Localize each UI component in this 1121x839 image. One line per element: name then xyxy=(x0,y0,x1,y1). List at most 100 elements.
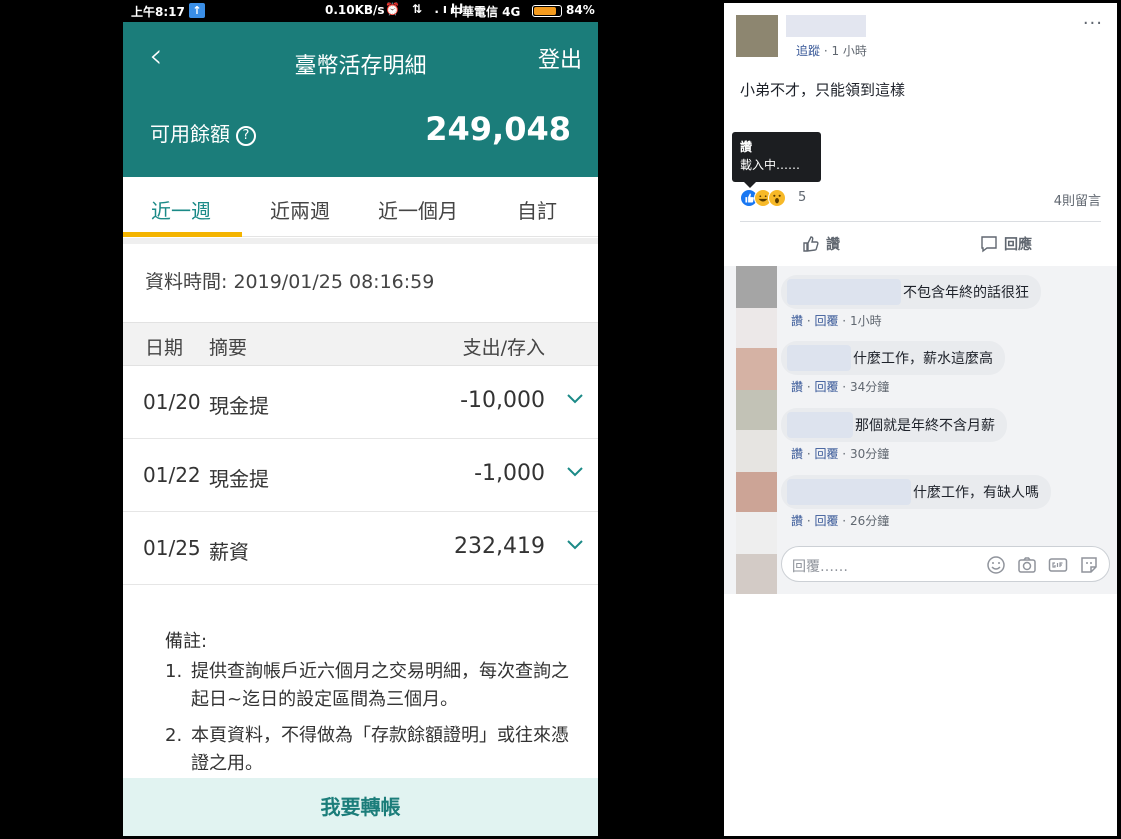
blurred-commenter-name xyxy=(787,479,911,505)
row-desc: 現金提 xyxy=(209,467,269,491)
row-desc: 薪資 xyxy=(209,540,249,564)
comment: 不包含年終的話很狂 讚 · 回覆 · 1小時 xyxy=(781,275,1041,329)
reaction-tooltip: 讚 載入中…… xyxy=(732,132,821,188)
comment-bubble: 不包含年終的話很狂 xyxy=(781,275,1041,309)
row-desc: 現金提 xyxy=(209,394,269,418)
comment-text: 不包含年終的話很狂 xyxy=(903,285,1029,301)
more-options-icon[interactable]: ··· xyxy=(1083,13,1103,34)
table-header: 日期 摘要 支出/存入 xyxy=(123,322,598,366)
comment: 那個就是年終不含月薪 讚 · 回覆 · 30分鐘 xyxy=(781,408,1007,462)
transfer-button[interactable]: 我要轉帳 xyxy=(123,778,598,836)
carrier-name: 中華電信 4G xyxy=(450,5,521,19)
help-icon[interactable]: ? xyxy=(236,126,256,146)
post-action-bar: 讚 回應 xyxy=(740,221,1101,267)
chevron-down-icon[interactable] xyxy=(566,461,584,481)
camera-icon[interactable] xyxy=(1017,555,1037,575)
network-speed: 0.10KB/s xyxy=(325,3,385,17)
comment-text: 什麼工作，薪水這麼高 xyxy=(853,351,993,367)
comment-actions: 讚 · 回覆 · 1小時 xyxy=(791,314,882,328)
balance-label-group: 可用餘額? xyxy=(150,118,256,147)
like-button[interactable]: 讚 xyxy=(802,234,840,254)
blurred-author-name xyxy=(786,15,866,37)
comment-text: 什麼工作，有缺人嗎 xyxy=(913,485,1039,501)
comment-bubble-icon xyxy=(981,236,997,253)
facebook-post: 追蹤 · 1 小時 ··· 小弟不才，只能領到這樣 讚 載入中…… 5 4則留言… xyxy=(724,3,1117,836)
avatar[interactable] xyxy=(736,430,777,472)
table-row[interactable]: 01/25 薪資 232,419 xyxy=(123,512,598,585)
avatar[interactable] xyxy=(736,348,777,390)
comment-time: 26分鐘 xyxy=(849,514,890,528)
post-meta: 追蹤 · 1 小時 xyxy=(796,42,867,59)
table-row[interactable]: 01/20 現金提 -10,000 xyxy=(123,366,598,439)
tooltip-arrow xyxy=(744,182,756,188)
avatar[interactable] xyxy=(736,512,777,554)
avatar[interactable] xyxy=(736,266,777,308)
status-time: 上午8:17 xyxy=(131,5,185,19)
tooltip-title: 讚 xyxy=(740,140,753,154)
note-text: 提供查詢帳戶近六個月之交易明細，每次查詢之起日~迄日的設定區間為三個月。 xyxy=(191,661,569,710)
comment-like-link[interactable]: 讚 xyxy=(791,380,803,394)
comment-bubble: 什麼工作，有缺人嗎 xyxy=(781,475,1051,509)
row-date: 01/22 xyxy=(143,463,201,487)
comment-like-link[interactable]: 讚 xyxy=(791,514,803,528)
tab-one-month[interactable]: 近一個月 xyxy=(378,195,458,224)
comment-count-link[interactable]: 4則留言 xyxy=(1054,190,1101,209)
emoji-icon[interactable] xyxy=(986,555,1006,575)
avatar xyxy=(736,554,777,594)
table-row[interactable]: 01/22 現金提 -1,000 xyxy=(123,439,598,512)
notes-section: 備註: 1. 提供查詢帳戶近六個月之交易明細，每次查詢之起日~迄日的設定區間為三… xyxy=(165,628,575,786)
tab-one-week[interactable]: 近一週 xyxy=(151,195,211,224)
avatar xyxy=(736,472,777,512)
comment-bubble: 什麼工作，薪水這麼高 xyxy=(781,341,1005,375)
post-text: 小弟不才，只能領到這樣 xyxy=(740,81,906,99)
row-amount: 232,419 xyxy=(454,534,545,559)
note-number: 2. xyxy=(165,725,183,746)
comment-reply-link[interactable]: 回覆 xyxy=(814,380,838,394)
comment: 什麼工作，薪水這麼高 讚 · 回覆 · 34分鐘 xyxy=(781,341,1005,395)
commenter-avatars xyxy=(736,266,777,594)
tab-custom[interactable]: 自訂 xyxy=(517,195,557,224)
avatar xyxy=(736,390,777,430)
note-item: 1. 提供查詢帳戶近六個月之交易明細，每次查詢之起日~迄日的設定區間為三個月。 xyxy=(165,658,575,714)
comment-label: 回應 xyxy=(1004,237,1032,253)
comment-like-link[interactable]: 讚 xyxy=(791,447,803,461)
chevron-down-icon[interactable] xyxy=(566,388,584,408)
battery-fill xyxy=(534,7,556,15)
app-header: ‹ 臺幣活存明細 登出 可用餘額? 249,048 xyxy=(123,22,598,177)
comment-reply-link[interactable]: 回覆 xyxy=(814,314,838,328)
column-header-amount: 支出/存入 xyxy=(462,337,545,359)
status-bar: 上午8:17 ↑ 0.10KB/s ⏰ ⇅ .ıll 中華電信 4G 84% xyxy=(123,0,598,22)
row-date: 01/20 xyxy=(143,390,201,414)
chevron-down-icon[interactable] xyxy=(566,534,584,554)
gif-icon[interactable] xyxy=(1048,555,1068,575)
balance-label: 可用餘額 xyxy=(150,122,230,146)
avatar[interactable] xyxy=(736,15,778,57)
blurred-commenter-name xyxy=(787,345,851,371)
tooltip-body: 載入中…… xyxy=(740,158,801,172)
balance-value: 249,048 xyxy=(425,110,571,148)
post-time: · 1 小時 xyxy=(823,44,867,58)
tab-two-weeks[interactable]: 近兩週 xyxy=(270,195,330,224)
notes-title: 備註: xyxy=(165,631,208,652)
reply-input[interactable]: 回覆…… xyxy=(781,546,1110,582)
screenshot-composite: 上午8:17 ↑ 0.10KB/s ⏰ ⇅ .ıll 中華電信 4G 84% ‹… xyxy=(0,0,1121,839)
thumbs-up-icon xyxy=(803,236,819,252)
divider xyxy=(123,238,598,244)
sticker-icon[interactable] xyxy=(1079,555,1099,575)
comment-button[interactable]: 回應 xyxy=(980,234,1032,254)
follow-link[interactable]: 追蹤 xyxy=(796,44,820,58)
period-tabs: 近一週 近兩週 近一個月 自訂 xyxy=(123,177,598,237)
comment-actions: 讚 · 回覆 · 34分鐘 xyxy=(791,380,890,394)
comment-like-link[interactable]: 讚 xyxy=(791,314,803,328)
comment-reply-link[interactable]: 回覆 xyxy=(814,514,838,528)
data-timestamp: 資料時間: 2019/01/25 08:16:59 xyxy=(145,271,435,293)
logout-button[interactable]: 登出 xyxy=(538,42,582,74)
upload-icon: ↑ xyxy=(189,3,205,18)
row-amount: -10,000 xyxy=(460,388,545,413)
column-header-desc: 摘要 xyxy=(209,337,248,359)
reply-placeholder: 回覆…… xyxy=(792,559,848,575)
comment-reply-link[interactable]: 回覆 xyxy=(814,447,838,461)
column-header-date: 日期 xyxy=(145,337,184,359)
wow-icon xyxy=(768,189,786,207)
like-label: 讚 xyxy=(826,237,840,253)
